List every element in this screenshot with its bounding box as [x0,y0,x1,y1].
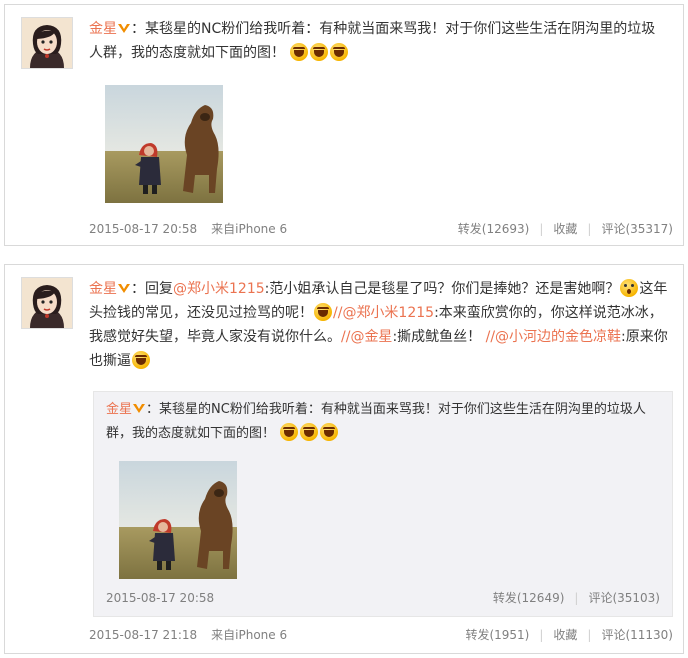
quoted-comment-button[interactable]: 评论(35103) [588,591,660,605]
comment-button[interactable]: 评论(35317) [601,222,673,236]
quoted-text: 金星 ：某毯星的NC粉们给我听着：有种就当面来骂我！对于你们这些生活在阴沟里的垃圾… [106,398,660,446]
laugh-emoji-icon [320,423,339,441]
author-avatar[interactable] [21,17,73,69]
quoted-author-name[interactable]: 金星 [106,402,132,417]
quoted-repost-button[interactable]: 转发(12649) [493,591,565,605]
post-meta: 2015-08-17 21:18 来自iPhone 6 转发(1951) | 收藏 | 评… [89,625,673,645]
mention-link[interactable]: @金星 [350,329,392,345]
post-body: :范小姐承认自己是毯星了吗？你们是捧她？还是害她啊？ [264,281,620,297]
divider: | [539,222,544,236]
weibo-post-1: 金星 ：某毯星的NC粉们给我听着：有种就当面来骂我！对于你们这些生活在阴沟里的垃圾… [4,4,684,246]
author-name[interactable]: 金星 [89,281,117,297]
quoted-meta: 2015-08-17 20:58 转发(12649) | 评论(35103) [106,588,660,608]
laugh-emoji-icon [300,423,319,441]
repost-button[interactable]: 转发(1951) [465,628,529,642]
vip-badge-icon[interactable] [118,282,130,294]
post-source[interactable]: 来自iPhone 6 [211,628,287,642]
post-body: ：某毯星的NC粉们给我听着：有种就当面来骂我！对于你们这些生活在阴沟里的垃圾人群… [89,21,656,61]
post-photo[interactable] [105,85,223,203]
author-avatar[interactable] [21,277,73,329]
post-timestamp[interactable]: 2015-08-17 20:58 [89,222,197,236]
laugh-emoji-icon [280,423,299,441]
post-timestamp[interactable]: 2015-08-17 21:18 [89,628,197,642]
post-text: 金星 ：某毯星的NC粉们给我听着：有种就当面来骂我！对于你们这些生活在阴沟里的垃圾… [89,17,669,65]
author-name[interactable]: 金星 [89,21,117,37]
quoted-body: ：某毯星的NC粉们给我听着：有种就当面来骂我！对于你们这些生活在阴沟里的垃圾人群… [106,402,646,441]
repost-button[interactable]: 转发(12693) [458,222,530,236]
reply-prefix: ：回复 [131,281,173,297]
repost-separator: // [485,329,496,345]
mention-link[interactable]: @郑小米1215 [173,281,265,297]
laugh-emoji-icon [330,43,349,61]
post-source[interactable]: 来自iPhone 6 [211,222,287,236]
laugh-emoji-icon [290,43,309,61]
mention-link[interactable]: @小河边的金色凉鞋 [495,329,621,345]
post-meta: 2015-08-17 20:58 来自iPhone 6 转发(12693) | 收藏 |… [89,219,673,239]
divider: | [587,628,592,642]
quoted-photo[interactable] [119,461,237,579]
divider: | [574,591,579,605]
vip-badge-icon[interactable] [133,402,146,414]
divider: | [587,222,592,236]
vip-badge-icon[interactable] [118,22,130,34]
shock-emoji-icon [620,279,639,297]
weibo-post-2: 金星 ：回复@郑小米1215:范小姐承认自己是毯星了吗？你们是捧她？还是害她啊？这… [4,264,684,654]
post-text: 金星 ：回复@郑小米1215:范小姐承认自己是毯星了吗？你们是捧她？还是害她啊？这… [89,277,669,373]
favorite-button[interactable]: 收藏 [553,628,577,642]
divider: | [539,628,544,642]
favorite-button[interactable]: 收藏 [553,222,577,236]
quoted-timestamp[interactable]: 2015-08-17 20:58 [106,591,214,605]
post-body: :撕成鱿鱼丝！ [392,329,482,345]
laugh-emoji-icon [132,351,150,369]
laugh-emoji-icon [310,43,329,61]
comment-button[interactable]: 评论(11130) [601,628,673,642]
laugh-emoji-icon [314,303,332,321]
mention-link[interactable]: @郑小米1215 [342,305,434,321]
